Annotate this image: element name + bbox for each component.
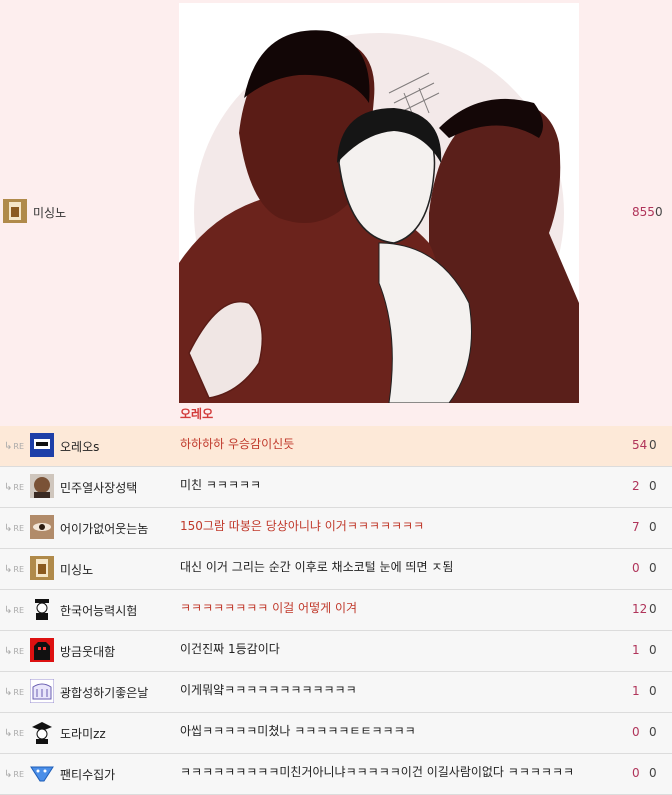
user-avatar[interactable] [30,433,54,457]
comment-zero: 0 [649,684,657,698]
user-avatar[interactable] [30,638,54,662]
comment-zero: 0 [649,602,657,616]
comment-row: ↳RE 오레오s 하하하하 우승감이신듯 54 0 [0,426,672,467]
comment-zero: 0 [649,520,657,534]
comment-text: 이건진짜 1등감이다 [180,642,280,656]
comment-count: 54 [632,438,648,452]
comment-zero: 0 [649,561,657,575]
comment-count: 12 [632,602,648,616]
comment-nickname[interactable]: 방금웃대함 [60,643,115,660]
post-zero-count: 0 [655,205,663,219]
comment-zero: 0 [649,438,657,452]
post-reply-count: 855 [632,205,655,219]
comment-nickname[interactable]: 민주열사장성택 [60,479,137,496]
reply-icon: ↳RE [4,482,25,493]
comment-count: 1 [632,684,640,698]
reply-icon: ↳RE [4,441,25,452]
post-nickname[interactable]: 미싱노 [33,204,66,221]
comment-row: ↳RE 어이가없어웃는놈 150그람 따봉은 당상아니냐 이거ㅋㅋㅋㅋㅋㅋㅋ 7… [0,508,672,549]
post-caption: 오레오 [180,407,214,421]
user-avatar[interactable] [30,556,54,580]
comment-text: 150그람 따봉은 당상아니냐 이거ㅋㅋㅋㅋㅋㅋㅋ [180,519,425,533]
reply-icon: ↳RE [4,687,25,698]
comment-nickname[interactable]: 한국어능력시험 [60,602,137,619]
reply-icon: ↳RE [4,728,25,739]
user-avatar[interactable] [30,515,54,539]
comment-count: 2 [632,479,640,493]
comment-row: ↳RE 방금웃대함 이건진짜 1등감이다 1 0 [0,631,672,672]
comment-zero: 0 [649,643,657,657]
user-avatar[interactable] [30,720,54,744]
reply-icon: ↳RE [4,564,25,575]
comment-nickname[interactable]: 미싱노 [60,561,93,578]
user-avatar[interactable] [30,679,54,703]
comment-row: ↳RE 한국어능력시험 ㅋㅋㅋㅋㅋㅋㅋㅋ 이걸 어떻게 이겨 12 0 [0,590,672,631]
comment-row: ↳RE 광합성하기좋은날 이게뭐얔ㅋㅋㅋㅋㅋㅋㅋㅋㅋㅋㅋㅋ 1 0 [0,672,672,713]
user-avatar[interactable] [30,761,54,785]
comment-text: 대신 이거 그리는 순간 이후로 채소코털 눈에 띄면 ㅈ됨 [180,560,454,574]
comment-nickname[interactable]: 도라미zz [60,725,106,742]
user-avatar[interactable] [30,474,54,498]
reply-icon: ↳RE [4,523,25,534]
comment-zero: 0 [649,479,657,493]
comment-text: 하하하하 우승감이신듯 [180,437,295,451]
comment-zero: 0 [649,766,657,780]
reply-icon: ↳RE [4,605,25,616]
user-avatar[interactable] [30,597,54,621]
comment-row: ↳RE 민주열사장성택 미친 ㅋㅋㅋㅋㅋ 2 0 [0,467,672,508]
comment-list: ↳RE 오레오s 하하하하 우승감이신듯 54 0 ↳RE 민주열사장성택 미친… [0,426,672,795]
comment-text: ㅋㅋㅋㅋㅋㅋㅋㅋㅋ미친거아니냐ㅋㅋㅋㅋㅋ이건 이길사람이없다 ㅋㅋㅋㅋㅋㅋ [180,765,575,779]
comment-nickname[interactable]: 광합성하기좋은날 [60,684,148,701]
comment-count: 0 [632,725,640,739]
comment-row: ↳RE 미싱노 대신 이거 그리는 순간 이후로 채소코털 눈에 띄면 ㅈ됨 0… [0,549,672,590]
comment-count: 7 [632,520,640,534]
reply-icon: ↳RE [4,769,25,780]
comment-text: 이게뭐얔ㅋㅋㅋㅋㅋㅋㅋㅋㅋㅋㅋㅋ [180,683,357,697]
top-post: 미싱노 오레오 855 0 [0,0,672,426]
comment-count: 0 [632,561,640,575]
comment-count: 0 [632,766,640,780]
comment-count: 1 [632,643,640,657]
comment-text: 미친 ㅋㅋㅋㅋㅋ [180,478,262,492]
comment-row: ↳RE 도라미zz 아씹ㅋㅋㅋㅋㅋ미쳤나 ㅋㅋㅋㅋㅋㅌㅌㅋㅋㅋㅋ 0 0 [0,713,672,754]
comment-text: 아씹ㅋㅋㅋㅋㅋ미쳤나 ㅋㅋㅋㅋㅋㅌㅌㅋㅋㅋㅋ [180,724,416,738]
comment-text: ㅋㅋㅋㅋㅋㅋㅋㅋ 이걸 어떻게 이겨 [180,601,358,615]
comment-nickname[interactable]: 오레오s [60,438,99,455]
reply-icon: ↳RE [4,646,25,657]
comment-nickname[interactable]: 어이가없어웃는놈 [60,520,148,537]
post-image [179,3,579,403]
comment-zero: 0 [649,725,657,739]
user-avatar[interactable] [3,199,27,223]
comment-nickname[interactable]: 팬티수집가 [60,766,115,783]
